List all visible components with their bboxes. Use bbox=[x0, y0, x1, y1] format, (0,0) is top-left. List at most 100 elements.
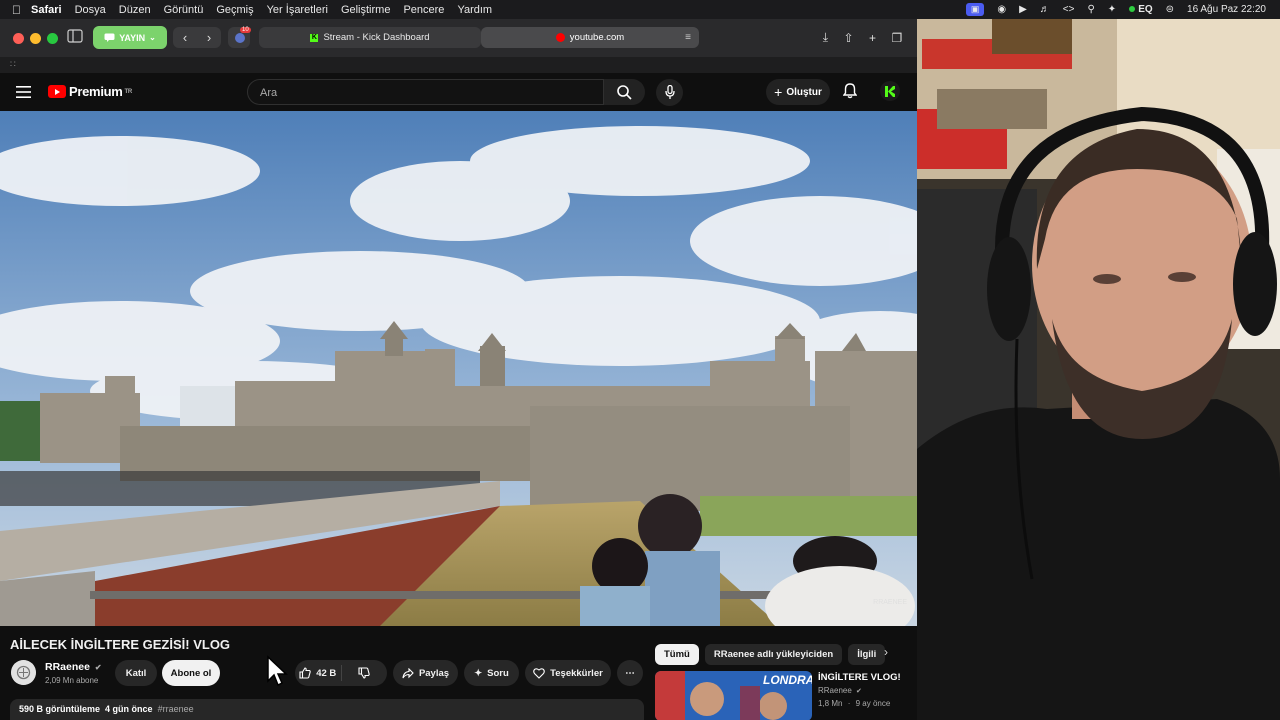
sidebar-toggle-icon[interactable] bbox=[67, 29, 83, 46]
search-icon bbox=[617, 84, 632, 100]
extension-badge-count: 10 bbox=[240, 27, 251, 33]
new-tab-icon[interactable]: + bbox=[869, 31, 876, 45]
chip-related[interactable]: İlgili bbox=[848, 644, 886, 665]
share-button[interactable]: Paylaş bbox=[393, 660, 458, 686]
navigation-buttons: ‹ › bbox=[173, 27, 221, 48]
grid-icon[interactable]: ∷ bbox=[10, 59, 16, 70]
safari-window: YAYIN ⌄ ‹ › 10 K Stream - Kick Dashboard… bbox=[0, 19, 917, 720]
share-icon[interactable]: ⇧ bbox=[843, 31, 853, 45]
thumbnail-text: LONDRA bbox=[763, 673, 812, 687]
search-icon[interactable]: ⚲ bbox=[1087, 4, 1094, 15]
notifications-bell-icon[interactable] bbox=[842, 83, 858, 104]
ask-button[interactable]: ✦ Soru bbox=[464, 660, 519, 686]
youtube-play-icon bbox=[48, 85, 66, 98]
thanks-heart-icon bbox=[533, 668, 545, 679]
menu-goruntu[interactable]: Görüntü bbox=[164, 4, 204, 16]
stream-yayin-button[interactable]: YAYIN ⌄ bbox=[93, 26, 167, 49]
account-avatar[interactable] bbox=[880, 81, 900, 101]
channel-avatar[interactable] bbox=[11, 660, 36, 685]
chip-all[interactable]: Tümü bbox=[655, 644, 699, 665]
recommendation-channel[interactable]: RRaenee ✔ bbox=[818, 686, 862, 695]
search-input[interactable] bbox=[258, 80, 592, 106]
thanks-button[interactable]: Teşekkürler bbox=[525, 660, 611, 686]
webcam-feed bbox=[917, 19, 1280, 720]
menubar-clock[interactable]: 16 Ağu Paz 22:20 bbox=[1187, 4, 1266, 15]
description-box[interactable]: 590 B görüntüleme 4 gün önce #rraenee bbox=[10, 699, 644, 720]
kick-avatar-icon bbox=[885, 85, 895, 97]
sparkle-icon[interactable]: ✦ bbox=[1108, 4, 1116, 15]
verified-badge-icon: ✔ bbox=[856, 688, 862, 695]
menu-yer-isaretleri[interactable]: Yer İşaretleri bbox=[267, 4, 328, 16]
forward-button[interactable]: › bbox=[207, 30, 211, 45]
sparkle-icon: ✦ bbox=[474, 667, 483, 679]
menu-gecmis[interactable]: Geçmiş bbox=[216, 4, 253, 16]
kick-logo-icon: K bbox=[310, 33, 319, 42]
video-player[interactable]: RRAENEE bbox=[0, 111, 917, 626]
chevron-down-icon: ⌄ bbox=[149, 33, 156, 42]
tab-overview-icon[interactable]: ❐ bbox=[891, 31, 902, 45]
screen-capture-icon[interactable]: ▣ bbox=[965, 3, 985, 16]
menu-gelistirme[interactable]: Geliştirme bbox=[341, 4, 391, 16]
extension-icon bbox=[235, 33, 245, 43]
video-frame-image bbox=[0, 111, 917, 626]
microphone-icon bbox=[664, 85, 675, 99]
eq-status[interactable]: EQ bbox=[1129, 4, 1153, 15]
code-icon[interactable]: <> bbox=[1063, 4, 1075, 15]
bookmarks-bar: ∷ bbox=[0, 57, 917, 73]
recommendation-meta: 1,8 Mn · 9 ay önce bbox=[818, 699, 891, 708]
zoom-window-button[interactable] bbox=[47, 33, 58, 44]
youtube-favicon-icon bbox=[555, 33, 565, 42]
hashtag-link[interactable]: #rraenee bbox=[158, 704, 194, 714]
recommendation-title[interactable]: İNGİLTERE VLOG! bbox=[818, 672, 901, 683]
chip-from-uploader[interactable]: RRaenee adlı yükleyiciden bbox=[704, 644, 843, 665]
menubar-status-area: ▣ ◉ ▶ ♬ <> ⚲ ✦ EQ ⊜ 16 Ağu Paz 22:20 bbox=[953, 0, 1266, 19]
video-title: AİLECEK İNGİLTERE GEZİSİ! VLOG bbox=[10, 637, 231, 652]
video-watermark: RRAENEE bbox=[873, 599, 907, 606]
recommendation-chips: Tümü RRaenee adlı yükleyiciden İlgili bbox=[655, 644, 891, 665]
dislike-button[interactable] bbox=[341, 660, 387, 686]
share-arrow-icon bbox=[402, 667, 414, 678]
close-window-button[interactable] bbox=[13, 33, 24, 44]
status-dot-icon bbox=[1129, 6, 1136, 12]
menu-duzen[interactable]: Düzen bbox=[119, 4, 151, 16]
thumbs-up-icon bbox=[299, 667, 311, 679]
tab-kick-dashboard[interactable]: K Stream - Kick Dashboard bbox=[259, 27, 481, 48]
minimize-window-button[interactable] bbox=[30, 33, 41, 44]
like-button[interactable]: 42 B bbox=[295, 660, 341, 686]
menu-app-safari[interactable]: Safari bbox=[31, 4, 62, 16]
menu-dosya[interactable]: Dosya bbox=[75, 4, 106, 16]
more-horizontal-icon: ⋯ bbox=[625, 667, 635, 679]
hamburger-menu-icon[interactable] bbox=[16, 85, 31, 103]
tab-youtube[interactable]: youtube.com ≡ bbox=[481, 27, 699, 48]
subscribe-button[interactable]: Abone ol bbox=[162, 660, 220, 686]
mouse-cursor-icon bbox=[266, 655, 288, 692]
download-icon[interactable]: ⤓ bbox=[823, 30, 828, 45]
create-button[interactable]: + Oluştur bbox=[766, 79, 830, 105]
more-actions-button[interactable]: ⋯ bbox=[617, 660, 643, 686]
menu-pencere[interactable]: Pencere bbox=[403, 4, 444, 16]
macos-menubar:  Safari Dosya Düzen Görüntü Geçmiş Yer … bbox=[0, 0, 1280, 19]
webcam-image bbox=[917, 19, 1280, 720]
channel-name[interactable]: RRaenee ✔ bbox=[45, 661, 102, 673]
toolbar-right-actions: ⤓ ⇧ + ❐ bbox=[815, 27, 910, 48]
chevron-right-icon[interactable]: › bbox=[884, 645, 888, 659]
reader-menu-icon[interactable]: ≡ bbox=[685, 32, 691, 43]
search-button[interactable] bbox=[604, 79, 645, 105]
audio-icon[interactable]: ♬ bbox=[1040, 4, 1050, 15]
menu-yardim[interactable]: Yardım bbox=[457, 4, 492, 16]
control-icon[interactable]: ◉ bbox=[997, 4, 1006, 15]
search-box bbox=[247, 79, 604, 106]
recommendation-thumbnail[interactable]: LONDRA bbox=[655, 671, 812, 720]
voice-search-button[interactable] bbox=[656, 79, 683, 106]
safari-toolbar: YAYIN ⌄ ‹ › 10 K Stream - Kick Dashboard… bbox=[0, 19, 917, 57]
play-icon[interactable]: ▶ bbox=[1019, 4, 1027, 15]
youtube-header: Premium TR + Oluştur bbox=[0, 73, 917, 111]
back-button[interactable]: ‹ bbox=[183, 30, 187, 45]
join-button[interactable]: Katıl bbox=[115, 660, 157, 686]
apple-icon[interactable]:  bbox=[12, 3, 21, 17]
extension-button[interactable]: 10 bbox=[228, 27, 251, 48]
control-center-icon[interactable]: ⊜ bbox=[1166, 4, 1174, 15]
description-meta: 590 B görüntüleme 4 gün önce #rraenee bbox=[19, 704, 194, 714]
youtube-premium-logo[interactable]: Premium TR bbox=[48, 84, 132, 99]
verified-badge-icon: ✔ bbox=[94, 663, 102, 672]
